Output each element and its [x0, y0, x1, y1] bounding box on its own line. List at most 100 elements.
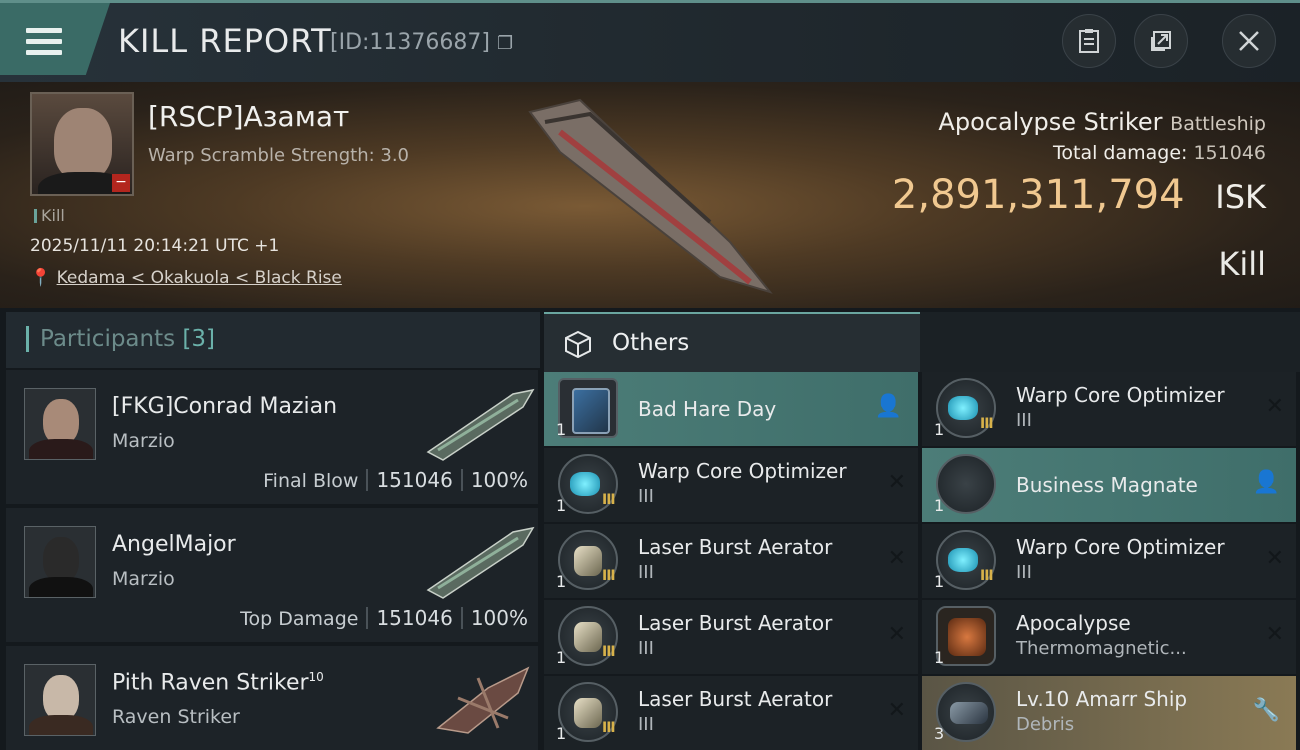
- others-header: [544, 312, 920, 372]
- isk-value: 2,891,311,794 ISK: [891, 172, 1266, 218]
- wrench-icon: 🔧: [1252, 698, 1280, 723]
- item-name: Laser Burst Aerator: [638, 535, 833, 559]
- item-subtitle: III: [1016, 562, 1032, 583]
- destroyed-x-icon: ✕: [887, 622, 906, 647]
- item-quantity: 1: [556, 648, 567, 667]
- destroyed-x-icon: ✕: [887, 470, 906, 495]
- person-icon: 👤: [874, 394, 902, 419]
- destroyed-x-icon: ✕: [1265, 546, 1284, 571]
- destroyed-x-icon: ✕: [887, 698, 906, 723]
- participant-name: AngelMajor: [112, 532, 236, 557]
- participant-stats: Final Blow 151046 100%: [263, 468, 528, 492]
- tier-label: III: [602, 720, 616, 736]
- ship-class: Battleship: [1170, 113, 1266, 135]
- item-row[interactable]: 1 Business Magnate 👤: [922, 448, 1296, 522]
- item-row[interactable]: III 1 Warp Core Optimizer III ✕: [922, 524, 1296, 598]
- item-subtitle: III: [638, 562, 654, 583]
- tier-label: III: [980, 568, 994, 584]
- item-quantity: 1: [556, 724, 567, 743]
- participant-name: [FKG]Conrad Mazian: [112, 394, 338, 419]
- orange-item-icon: [936, 606, 996, 666]
- book2-item-icon: [936, 454, 996, 514]
- kill-datetime: 2025/11/11 20:14:21 UTC +1: [30, 236, 280, 256]
- item-quantity: 3: [934, 724, 945, 743]
- participant-stats: Top Damage 151046 100%: [240, 606, 528, 630]
- item-row[interactable]: 3 Lv.10 Amarr Ship Debris 🔧: [922, 676, 1296, 750]
- participant-row[interactable]: Pith Raven Striker10 Raven Striker: [6, 646, 538, 750]
- book-item-icon: [558, 378, 618, 438]
- item-quantity: 1: [934, 420, 945, 439]
- participant-ship-image: [426, 388, 535, 461]
- item-row[interactable]: 1 Apocalypse Thermomagnetic... ✕: [922, 600, 1296, 674]
- item-name: Warp Core Optimizer: [1016, 535, 1225, 559]
- item-quantity: 1: [556, 420, 567, 439]
- page-title: KILL REPORT: [118, 22, 332, 60]
- tier-label: III: [602, 568, 616, 584]
- destroyed-x-icon: ✕: [1265, 622, 1284, 647]
- kill-location[interactable]: 📍 Kedama < Okakuola < Black Rise: [30, 268, 342, 288]
- copy-icon[interactable]: ❐: [497, 33, 513, 54]
- participant-name: Pith Raven Striker10: [112, 670, 324, 696]
- item-quantity: 1: [934, 572, 945, 591]
- close-icon: [1239, 31, 1259, 51]
- ship-name: Apocalypse Striker Battleship: [938, 108, 1266, 136]
- item-subtitle: Thermomagnetic...: [1016, 638, 1187, 659]
- item-name: Bad Hare Day: [638, 397, 777, 421]
- participant-avatar: [24, 388, 96, 460]
- tier-label: III: [602, 644, 616, 660]
- item-quantity: 1: [934, 496, 945, 515]
- item-subtitle: III: [638, 486, 654, 507]
- location-link[interactable]: Kedama < Okakuola < Black Rise: [57, 268, 342, 288]
- participant-avatar: [24, 664, 96, 736]
- item-subtitle: Debris: [1016, 714, 1075, 735]
- participant-ship-image: [426, 526, 535, 599]
- item-subtitle: III: [638, 638, 654, 659]
- hostile-badge-icon: −: [112, 174, 130, 192]
- participant-row[interactable]: [FKG]Conrad Mazian Marzio Final Blow 1510…: [6, 370, 538, 504]
- item-name: Lv.10 Amarr Ship: [1016, 687, 1188, 711]
- share-icon: [1151, 31, 1171, 51]
- destroyed-x-icon: ✕: [1265, 394, 1284, 419]
- victim-avatar[interactable]: −: [30, 92, 134, 196]
- item-quantity: 1: [934, 648, 945, 667]
- close-button[interactable]: [1222, 14, 1276, 68]
- item-quantity: 1: [556, 572, 567, 591]
- others-title: Others: [612, 330, 690, 356]
- menu-icon: [26, 28, 62, 56]
- participant-corp: Marzio: [112, 430, 175, 452]
- warp-scramble: Warp Scramble Strength: 3.0: [148, 145, 410, 166]
- ship-image: [528, 98, 773, 294]
- report-id: [ID:11376687] ❐: [330, 30, 514, 55]
- item-quantity: 1: [556, 496, 567, 515]
- others-header-spacer: [920, 312, 1300, 372]
- tier-label: III: [602, 492, 616, 508]
- item-subtitle: III: [638, 714, 654, 735]
- participant-corp: Marzio: [112, 568, 175, 590]
- item-name: Laser Burst Aerator: [638, 687, 833, 711]
- item-subtitle: III: [1016, 410, 1032, 431]
- participant-ship-image: [436, 666, 530, 734]
- share-button[interactable]: [1134, 14, 1188, 68]
- item-name: Warp Core Optimizer: [638, 459, 847, 483]
- tier-label: III: [980, 416, 994, 432]
- item-name: Laser Burst Aerator: [638, 611, 833, 635]
- item-row[interactable]: III 1 Laser Burst Aerator III ✕: [544, 676, 918, 750]
- clipboard-button[interactable]: [1062, 14, 1116, 68]
- item-row[interactable]: 1 Bad Hare Day 👤: [544, 372, 918, 446]
- person-icon: 👤: [1252, 470, 1280, 495]
- participant-row[interactable]: AngelMajor Marzio Top Damage 151046 100%: [6, 508, 538, 642]
- item-name: Business Magnate: [1016, 473, 1198, 497]
- victim-name[interactable]: [RSCP]Азамат: [148, 100, 349, 133]
- kill-tag: Kill: [34, 206, 65, 225]
- item-name: Apocalypse: [1016, 611, 1131, 635]
- item-row[interactable]: III 1 Warp Core Optimizer III ✕: [922, 372, 1296, 446]
- clipboard-icon: [1079, 29, 1099, 53]
- item-row[interactable]: III 1 Laser Burst Aerator III ✕: [544, 524, 918, 598]
- participant-avatar: [24, 526, 96, 598]
- item-row[interactable]: III 1 Laser Burst Aerator III ✕: [544, 600, 918, 674]
- debris-item-icon: [936, 682, 996, 742]
- total-damage: Total damage: 151046: [1053, 142, 1266, 164]
- kill-result: Kill: [1218, 245, 1266, 283]
- destroyed-x-icon: ✕: [887, 546, 906, 571]
- item-row[interactable]: III 1 Warp Core Optimizer III ✕: [544, 448, 918, 522]
